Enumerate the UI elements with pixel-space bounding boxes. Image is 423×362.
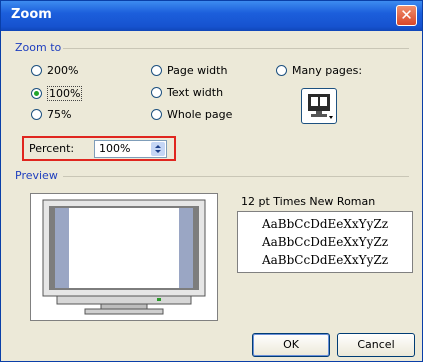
percent-spinbox[interactable]: 100% — [94, 140, 167, 158]
spin-arrows-icon — [155, 145, 161, 153]
font-sample-line: AaBbCcDdEeXxYyZz — [261, 253, 389, 267]
zoom-to-divider — [63, 48, 409, 49]
radio-whole-page-label: Whole page — [167, 108, 233, 121]
radio-page-width[interactable]: Page width — [151, 64, 227, 77]
radio-whole-page[interactable]: Whole page — [151, 108, 232, 121]
radio-page-width-indicator — [151, 65, 162, 76]
font-sample-line: AaBbCcDdEeXxYyZz — [261, 235, 389, 249]
many-pages-button[interactable] — [301, 88, 337, 124]
font-sample-title: 12 pt Times New Roman — [241, 195, 376, 208]
radio-75-indicator — [31, 109, 42, 120]
font-sample-box: AaBbCcDdEeXxYyZz AaBbCcDdEeXxYyZz AaBbCc… — [237, 211, 413, 273]
radio-100-label: 100% — [47, 86, 83, 101]
radio-200[interactable]: 200% — [31, 64, 78, 77]
radio-text-width-label: Text width — [167, 86, 224, 99]
radio-100-indicator — [31, 88, 42, 99]
monitor-pages-icon — [308, 94, 333, 119]
radio-200-indicator — [31, 65, 42, 76]
monitor-preview-icon — [42, 199, 206, 315]
close-icon: ✕ — [400, 6, 413, 24]
title-bar[interactable]: Zoom ✕ — [1, 1, 422, 31]
zoom-to-group-label: Zoom to — [15, 41, 62, 54]
percent-spin-buttons[interactable] — [151, 142, 165, 156]
radio-75-label: 75% — [47, 108, 72, 121]
radio-whole-page-indicator — [151, 109, 162, 120]
radio-many-pages-indicator — [276, 65, 287, 76]
preview-group-label: Preview — [15, 169, 58, 182]
percent-label: Percent: — [29, 142, 75, 155]
radio-page-width-label: Page width — [167, 64, 228, 77]
preview-divider — [63, 176, 409, 177]
font-sample-line: AaBbCcDdEeXxYyZz — [261, 217, 389, 231]
radio-many-pages-label: Many pages: — [292, 64, 363, 77]
zoom-dialog: Zoom ✕ Zoom to 200% 100% 75% Page width … — [0, 0, 423, 362]
radio-text-width-indicator — [151, 87, 162, 98]
radio-many-pages[interactable]: Many pages: — [276, 64, 362, 77]
preview-area — [30, 193, 218, 321]
percent-value: 100% — [99, 142, 131, 155]
radio-200-label: 200% — [47, 64, 79, 77]
close-button[interactable]: ✕ — [396, 5, 417, 26]
radio-100[interactable]: 100% — [31, 86, 83, 101]
radio-text-width[interactable]: Text width — [151, 86, 223, 99]
cancel-button[interactable]: Cancel — [337, 333, 415, 357]
radio-75[interactable]: 75% — [31, 108, 71, 121]
window-title: Zoom — [11, 7, 52, 22]
ok-button[interactable]: OK — [252, 333, 330, 357]
